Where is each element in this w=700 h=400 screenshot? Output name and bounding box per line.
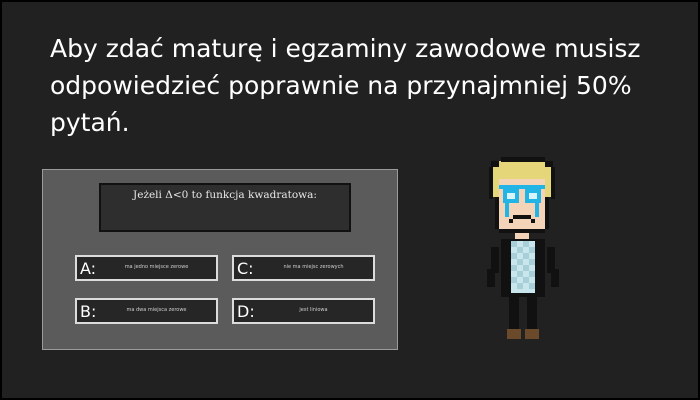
answer-button-b[interactable]: B: ma dwa miejsca zerowe [75, 298, 218, 324]
answer-letter-a: A: [80, 259, 97, 278]
answer-letter-d: D: [237, 302, 255, 321]
game-screen: Aby zdać maturę i egzaminy zawodowe musi… [2, 2, 698, 398]
crying-pixel-student-icon [487, 157, 559, 339]
answer-button-c[interactable]: C: nie ma miejsc zerowych [232, 255, 375, 281]
answer-letter-b: B: [80, 302, 97, 321]
answer-button-d[interactable]: D: jest liniowa [232, 298, 375, 324]
answer-letter-c: C: [237, 259, 254, 278]
answer-text-b: ma dwa miejsca zerowe [126, 307, 187, 313]
info-message: Aby zdać maturę i egzaminy zawodowe musi… [50, 34, 641, 137]
answer-text-d: jest liniowa [299, 307, 328, 313]
answer-text-a: ma jedno miejsce zerowe [124, 264, 189, 270]
quiz-panel: Jeżeli Δ<0 to funkcja kwadratowa: A: ma … [42, 169, 398, 350]
question-text: Jeżeli Δ<0 to funkcja kwadratowa: [133, 189, 317, 201]
question-box: Jeżeli Δ<0 to funkcja kwadratowa: [99, 183, 351, 232]
answer-text-c: nie ma miejsc zerowych [283, 264, 344, 270]
answer-button-a[interactable]: A: ma jedno miejsce zerowe [75, 255, 218, 281]
